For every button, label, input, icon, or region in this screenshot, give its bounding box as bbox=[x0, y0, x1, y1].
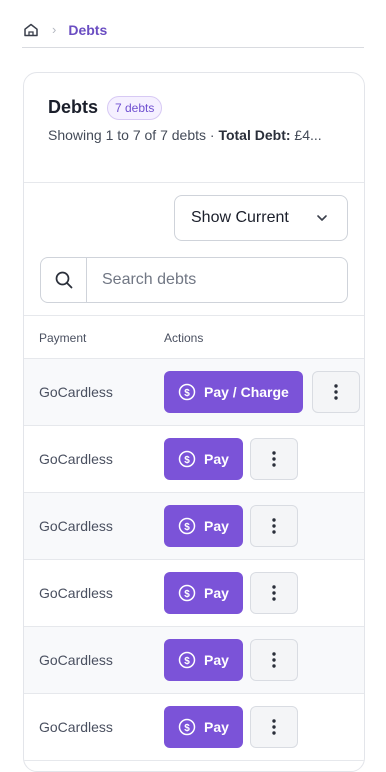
coin-icon: $ bbox=[178, 651, 196, 669]
table-row: GoCardless $ Pay bbox=[24, 493, 364, 560]
table-row: GoCardless $ Pay bbox=[24, 694, 364, 761]
more-vertical-icon bbox=[272, 585, 276, 601]
pay-button[interactable]: $ Pay bbox=[164, 438, 243, 480]
more-vertical-icon bbox=[272, 451, 276, 467]
debts-card: Debts 7 debts Showing 1 to 7 of 7 debts … bbox=[23, 72, 365, 772]
more-actions-button[interactable] bbox=[250, 438, 298, 480]
coin-icon: $ bbox=[178, 450, 196, 468]
payment-method-cell: GoCardless bbox=[39, 451, 113, 467]
coin-icon: $ bbox=[178, 383, 196, 401]
status-filter-select[interactable]: Show Current bbox=[174, 195, 348, 241]
summary-value: £4... bbox=[290, 127, 322, 143]
more-actions-button[interactable] bbox=[250, 639, 298, 681]
breadcrumb: › Debts bbox=[22, 18, 364, 48]
more-vertical-icon bbox=[334, 384, 338, 400]
summary-text: Showing 1 to 7 of 7 debts · Total Debt: … bbox=[48, 127, 322, 143]
pay-button[interactable]: $ Pay bbox=[164, 706, 243, 748]
summary-label: Total Debt: bbox=[218, 127, 291, 143]
column-header-payment[interactable]: Payment bbox=[39, 331, 86, 345]
column-header-actions: Actions bbox=[164, 331, 204, 345]
pay-charge-button[interactable]: $ Pay / Charge bbox=[164, 371, 303, 413]
coin-icon: $ bbox=[178, 584, 196, 602]
search-icon[interactable] bbox=[41, 258, 87, 302]
page-title: Debts bbox=[48, 97, 99, 117]
table-body: GoCardless $ Pay / Charge GoCardless $ P… bbox=[24, 359, 364, 761]
table-row: GoCardless $ Pay / Charge bbox=[24, 359, 364, 426]
pay-button-label: Pay / Charge bbox=[204, 384, 289, 400]
pay-button-label: Pay bbox=[204, 652, 229, 668]
payment-method-cell: GoCardless bbox=[39, 719, 113, 735]
pay-button[interactable]: $ Pay bbox=[164, 639, 243, 681]
debts-table: Payment Actions GoCardless $ Pay / Charg… bbox=[24, 315, 364, 761]
pay-button[interactable]: $ Pay bbox=[164, 572, 243, 614]
payment-method-cell: GoCardless bbox=[39, 652, 113, 668]
table-row: GoCardless $ Pay bbox=[24, 560, 364, 627]
pay-button-label: Pay bbox=[204, 451, 229, 467]
coin-icon: $ bbox=[178, 517, 196, 535]
search-input[interactable] bbox=[88, 258, 346, 302]
table-row: GoCardless $ Pay bbox=[24, 627, 364, 694]
svg-text:$: $ bbox=[184, 388, 190, 399]
payment-method-cell: GoCardless bbox=[39, 384, 113, 400]
more-actions-button[interactable] bbox=[250, 706, 298, 748]
table-row: GoCardless $ Pay bbox=[24, 426, 364, 493]
more-actions-button[interactable] bbox=[250, 572, 298, 614]
coin-icon: $ bbox=[178, 718, 196, 736]
search-box bbox=[40, 257, 348, 303]
more-vertical-icon bbox=[272, 719, 276, 735]
payment-method-cell: GoCardless bbox=[39, 585, 113, 601]
pay-button-label: Pay bbox=[204, 518, 229, 534]
breadcrumb-separator: › bbox=[52, 22, 57, 37]
pay-button-label: Pay bbox=[204, 585, 229, 601]
more-actions-button[interactable] bbox=[250, 505, 298, 547]
svg-text:$: $ bbox=[184, 522, 190, 533]
pay-button-label: Pay bbox=[204, 719, 229, 735]
home-icon[interactable] bbox=[22, 21, 40, 39]
count-badge: 7 debts bbox=[107, 96, 163, 120]
summary-prefix: Showing 1 to 7 of 7 debts · bbox=[48, 127, 219, 143]
more-vertical-icon bbox=[272, 518, 276, 534]
more-vertical-icon bbox=[272, 652, 276, 668]
pay-button[interactable]: $ Pay bbox=[164, 505, 243, 547]
card-header: Debts 7 debts Showing 1 to 7 of 7 debts … bbox=[24, 73, 364, 183]
svg-text:$: $ bbox=[184, 656, 190, 667]
chevron-down-icon bbox=[315, 211, 329, 225]
more-actions-button[interactable] bbox=[312, 371, 360, 413]
filter-selected-value: Show Current bbox=[191, 209, 289, 226]
payment-method-cell: GoCardless bbox=[39, 518, 113, 534]
table-header: Payment Actions bbox=[24, 315, 364, 359]
svg-text:$: $ bbox=[184, 589, 190, 600]
breadcrumb-current[interactable]: Debts bbox=[68, 22, 107, 38]
svg-text:$: $ bbox=[184, 455, 190, 466]
svg-text:$: $ bbox=[184, 723, 190, 734]
